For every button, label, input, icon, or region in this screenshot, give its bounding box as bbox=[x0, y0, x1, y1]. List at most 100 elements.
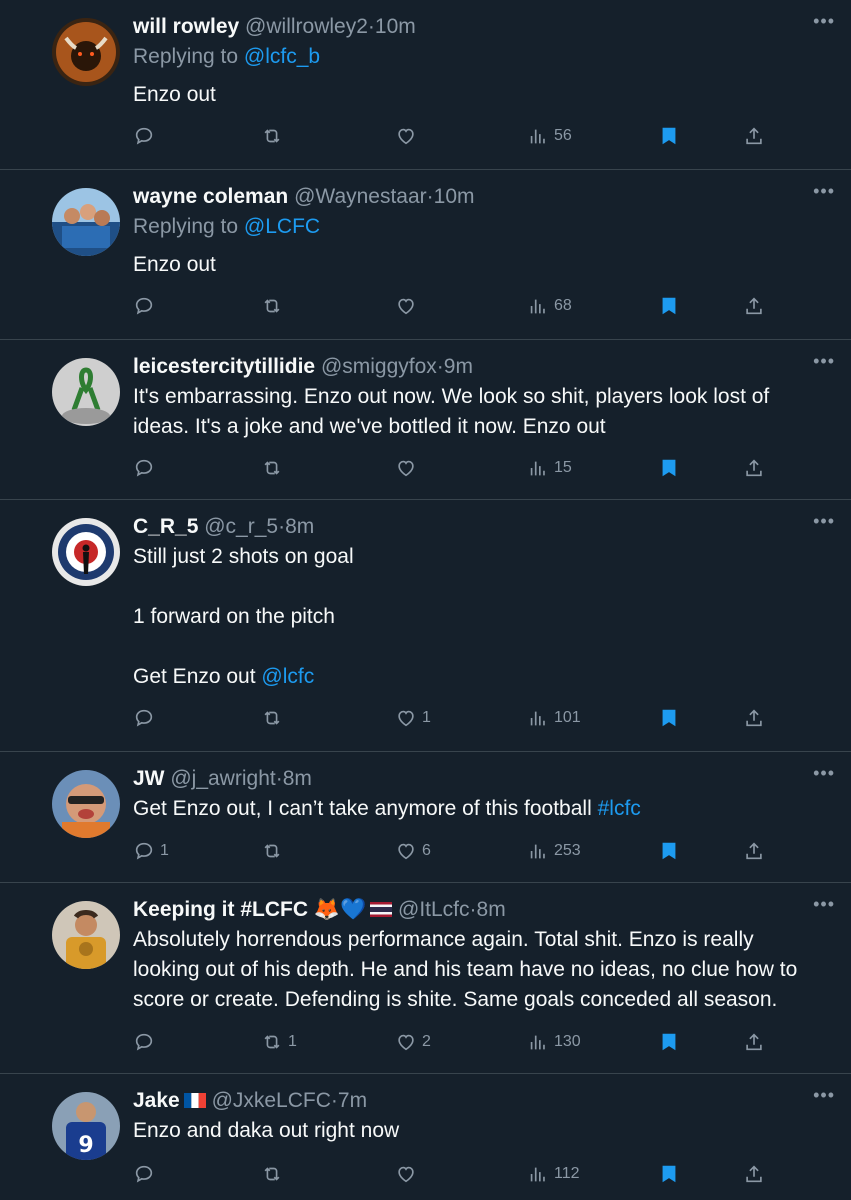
more-icon[interactable]: ••• bbox=[813, 352, 835, 370]
like-button[interactable]: 6 bbox=[395, 836, 431, 866]
bookmark-button[interactable] bbox=[658, 291, 680, 321]
bookmark-button[interactable] bbox=[658, 703, 680, 733]
user-handle[interactable]: @Waynestaar bbox=[294, 185, 427, 208]
views-button[interactable]: 15 bbox=[527, 453, 572, 483]
like-button[interactable]: 2 bbox=[395, 1027, 431, 1057]
timestamp[interactable]: 10m bbox=[375, 15, 416, 38]
replying-to-link[interactable]: @lcfc_b bbox=[244, 45, 320, 68]
bookmark-button[interactable] bbox=[658, 836, 680, 866]
timestamp[interactable]: 10m bbox=[434, 185, 475, 208]
retweet-icon bbox=[264, 299, 280, 313]
user-name[interactable]: Keeping it #LCFC bbox=[133, 898, 308, 921]
views-button[interactable]: 253 bbox=[527, 836, 581, 866]
tweet[interactable]: ••• leicestercitytillidie @smiggyfox·9m … bbox=[0, 340, 851, 500]
view-count: 130 bbox=[554, 1033, 581, 1050]
tweet[interactable]: ••• will rowley @willrowley2·10m Replyin… bbox=[0, 0, 851, 170]
more-icon[interactable]: ••• bbox=[813, 182, 835, 200]
bookmark-button[interactable] bbox=[658, 453, 680, 483]
user-name[interactable]: C_R_5 bbox=[133, 515, 198, 538]
like-button[interactable] bbox=[395, 453, 422, 483]
bookmark-button[interactable] bbox=[658, 1159, 680, 1189]
views-button[interactable]: 112 bbox=[527, 1159, 580, 1189]
reply-button[interactable] bbox=[133, 291, 160, 321]
user-handle[interactable]: @JxkeLCFC bbox=[212, 1089, 331, 1112]
user-handle[interactable]: @j_awright bbox=[170, 767, 275, 790]
replying-to-link[interactable]: @LCFC bbox=[244, 215, 320, 238]
timestamp[interactable]: 7m bbox=[338, 1089, 367, 1112]
action-bar: 112 bbox=[133, 1159, 773, 1189]
avatar[interactable]: 9 bbox=[52, 1092, 120, 1160]
bookmark-button[interactable] bbox=[658, 121, 680, 151]
user-name[interactable]: wayne coleman bbox=[133, 185, 288, 208]
views-button[interactable]: 68 bbox=[527, 291, 572, 321]
svg-text:9: 9 bbox=[78, 1133, 93, 1158]
avatar[interactable] bbox=[52, 358, 120, 426]
views-icon bbox=[530, 1167, 545, 1182]
reply-button[interactable]: 1 bbox=[133, 836, 169, 866]
retweet-button[interactable] bbox=[261, 291, 288, 321]
retweet-button[interactable] bbox=[261, 836, 288, 866]
avatar[interactable] bbox=[52, 518, 120, 586]
bookmark-button[interactable] bbox=[658, 1027, 680, 1057]
bookmark-filled-icon bbox=[662, 1033, 676, 1051]
retweet-button[interactable]: 1 bbox=[261, 1027, 297, 1057]
user-name[interactable]: leicestercitytillidie bbox=[133, 355, 315, 378]
replying-to: Replying to @lcfc_b bbox=[133, 42, 811, 72]
reply-button[interactable] bbox=[133, 1027, 160, 1057]
share-button[interactable] bbox=[743, 291, 765, 321]
like-button[interactable]: 1 bbox=[395, 703, 431, 733]
retweet-button[interactable] bbox=[261, 1159, 288, 1189]
avatar[interactable] bbox=[52, 770, 120, 838]
user-name[interactable]: JW bbox=[133, 767, 165, 790]
timestamp[interactable]: 8m bbox=[285, 515, 314, 538]
tweet[interactable]: ••• C_R_5 @c_r_5·8m Still just 2 shots o… bbox=[0, 500, 851, 752]
share-button[interactable] bbox=[743, 836, 765, 866]
views-button[interactable]: 56 bbox=[527, 121, 572, 151]
avatar[interactable] bbox=[52, 18, 120, 86]
user-name[interactable]: will rowley bbox=[133, 15, 239, 38]
tweet[interactable]: ••• wayne coleman @Waynestaar·10m Replyi… bbox=[0, 170, 851, 340]
tweet[interactable]: ••• Keeping it #LCFC 🦊💙 @ItLcfc·8m Absol… bbox=[0, 883, 851, 1074]
hashtag-link[interactable]: #lcfc bbox=[598, 797, 641, 820]
mention-link[interactable]: @lcfc bbox=[261, 665, 314, 688]
user-handle[interactable]: @willrowley2 bbox=[245, 15, 368, 38]
share-button[interactable] bbox=[743, 453, 765, 483]
more-icon[interactable]: ••• bbox=[813, 512, 835, 530]
more-icon[interactable]: ••• bbox=[813, 764, 835, 782]
views-button[interactable]: 101 bbox=[527, 703, 581, 733]
timestamp[interactable]: 8m bbox=[283, 767, 312, 790]
user-handle[interactable]: @smiggyfox bbox=[321, 355, 437, 378]
reply-button[interactable] bbox=[133, 453, 160, 483]
timestamp[interactable]: 9m bbox=[444, 355, 473, 378]
more-icon[interactable]: ••• bbox=[813, 1086, 835, 1104]
share-button[interactable] bbox=[743, 1027, 765, 1057]
action-bar: 68 bbox=[133, 291, 773, 321]
more-icon[interactable]: ••• bbox=[813, 12, 835, 30]
share-button[interactable] bbox=[743, 703, 765, 733]
share-button[interactable] bbox=[743, 1159, 765, 1189]
views-button[interactable]: 130 bbox=[527, 1027, 581, 1057]
share-button[interactable] bbox=[743, 121, 765, 151]
like-button[interactable] bbox=[395, 1159, 422, 1189]
share-icon bbox=[746, 1165, 762, 1183]
tweet[interactable]: ••• JW @j_awright·8m Get Enzo out, I can… bbox=[0, 752, 851, 883]
user-handle[interactable]: @ItLcfc bbox=[398, 898, 470, 921]
more-icon[interactable]: ••• bbox=[813, 895, 835, 913]
reply-button[interactable] bbox=[133, 703, 160, 733]
avatar[interactable] bbox=[52, 188, 120, 256]
avatar[interactable] bbox=[52, 901, 120, 969]
retweet-icon bbox=[264, 711, 280, 725]
user-name[interactable]: Jake bbox=[133, 1089, 180, 1112]
like-button[interactable] bbox=[395, 291, 422, 321]
tweet[interactable]: 9 ••• Jake @JxkeLCFC·7m Enzo and daka ou… bbox=[0, 1074, 851, 1200]
retweet-button[interactable] bbox=[261, 121, 288, 151]
like-button[interactable] bbox=[395, 121, 422, 151]
reply-button[interactable] bbox=[133, 121, 160, 151]
retweet-button[interactable] bbox=[261, 453, 288, 483]
retweet-icon bbox=[264, 461, 280, 475]
retweet-button[interactable] bbox=[261, 703, 288, 733]
retweet-icon bbox=[264, 1167, 280, 1181]
timestamp[interactable]: 8m bbox=[477, 898, 506, 921]
reply-button[interactable] bbox=[133, 1159, 160, 1189]
user-handle[interactable]: @c_r_5 bbox=[204, 515, 278, 538]
